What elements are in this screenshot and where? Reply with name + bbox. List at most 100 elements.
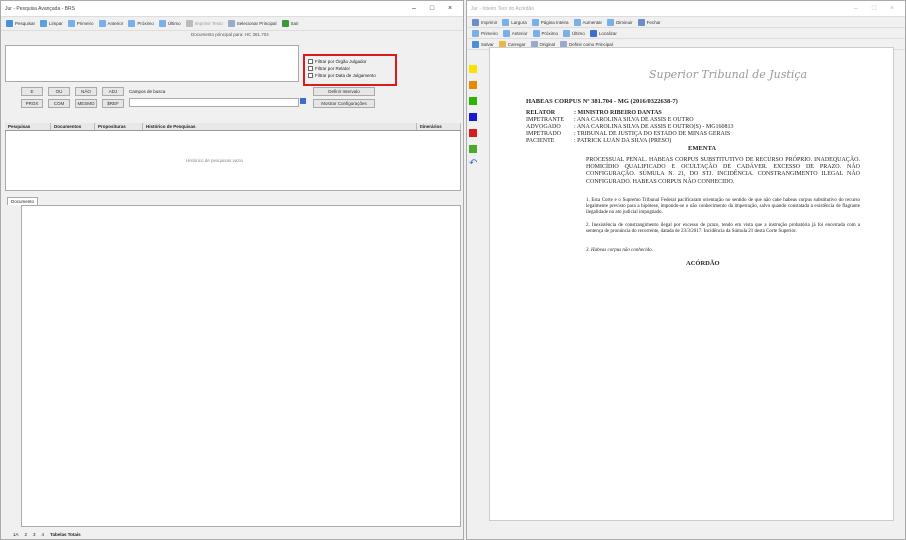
last-button[interactable]: Último: [158, 20, 181, 27]
op-ref-button[interactable]: $REF: [102, 99, 124, 108]
window-title: Jur - Inteiro Teor do Acórdão: [471, 5, 534, 12]
search-window: Jur - Pesquisa Avançada - BRS – □ × Pesq…: [0, 0, 464, 540]
exit-button[interactable]: Sair: [281, 20, 299, 27]
next-button[interactable]: Próximo: [128, 20, 154, 27]
tab-searches[interactable]: Pesquisas: [5, 123, 51, 130]
search-fields-select[interactable]: [129, 98, 299, 107]
search-fields-label: Campos de busca: [129, 89, 166, 94]
previous-icon: [98, 20, 106, 27]
filter-date-checkbox[interactable]: Filtrar por Data de Julgamento: [308, 72, 392, 79]
undo-icon[interactable]: ↶: [469, 158, 477, 169]
define-interval-button[interactable]: Definir Intervalo: [313, 87, 375, 96]
footer-tab-totals[interactable]: Tabelas Totais: [50, 532, 81, 537]
document-viewer[interactable]: [21, 205, 461, 527]
navigation-toolbar: Primeiro Anterior Próximo Último Localiz…: [467, 28, 905, 39]
previous-button[interactable]: Anterior: [98, 20, 123, 27]
highlight-green-swatch[interactable]: [469, 97, 477, 105]
full-page-button[interactable]: Página Inteira: [531, 18, 569, 26]
checkbox-icon: [308, 59, 313, 64]
width-icon: [502, 18, 510, 26]
last-icon: [563, 29, 571, 37]
previous-icon: [502, 29, 510, 37]
first-button[interactable]: Primeiro: [472, 29, 498, 37]
window-title: Jur - Pesquisa Avançada - BRS: [5, 5, 75, 12]
next-button[interactable]: Próximo: [532, 29, 558, 37]
minimize-button[interactable]: –: [847, 5, 865, 12]
footer-tab[interactable]: 3: [33, 532, 36, 537]
highlight-lightgreen-swatch[interactable]: [469, 145, 477, 153]
next-icon: [532, 29, 540, 37]
highlight-orange-swatch[interactable]: [469, 81, 477, 89]
op-not-button[interactable]: NÃO: [75, 87, 97, 96]
last-button[interactable]: Último: [563, 29, 585, 37]
zoom-in-button[interactable]: Aumentar: [573, 18, 602, 26]
query-input[interactable]: [5, 45, 299, 82]
zoom-out-icon: [607, 18, 615, 26]
print-text-button[interactable]: Imprimir Texto: [185, 20, 223, 27]
tab-documents[interactable]: Documentos: [51, 123, 95, 130]
footer-tab[interactable]: 1A: [13, 532, 19, 537]
maximize-button[interactable]: □: [865, 5, 883, 12]
court-signature: Superior Tribunal de Justiça: [649, 68, 808, 81]
tab-itineraries[interactable]: Itinerários: [417, 123, 461, 130]
search-icon: [6, 20, 13, 27]
party-row: PACIENTE: PATRICK LUAN DA SILVA (PRESO): [526, 138, 672, 144]
close-doc-button[interactable]: Fechar: [637, 18, 661, 26]
process-title: HABEAS CORPUS Nº 381.704 - MG (2016/0322…: [526, 98, 678, 105]
next-icon: [128, 20, 136, 27]
previous-button[interactable]: Anterior: [502, 29, 528, 37]
ementa-paragraph: 1. Esta Corte e o Supremo Tribunal Feder…: [586, 198, 860, 216]
op-adj-button[interactable]: ADJ: [102, 87, 124, 96]
footer-tab[interactable]: 2: [25, 532, 28, 537]
first-button[interactable]: Primeiro: [67, 20, 94, 27]
save-icon: [472, 40, 479, 48]
ementa-text: Processual penal. Habeas corpus substitu…: [586, 157, 860, 185]
width-button[interactable]: Largura: [502, 18, 527, 26]
op-com-button[interactable]: COM: [48, 99, 70, 108]
find-button[interactable]: Localizar: [589, 29, 617, 37]
highlight-yellow-swatch[interactable]: [469, 65, 477, 73]
zoom-out-button[interactable]: Diminuir: [607, 18, 633, 26]
print-icon: [185, 20, 193, 27]
document-page: Superior Tribunal de Justiça HABEAS CORP…: [489, 47, 894, 521]
results-header: Pesquisas Documentos Proposituras Histór…: [5, 123, 461, 131]
op-and-button[interactable]: E: [21, 87, 43, 96]
op-or-button[interactable]: OU: [48, 87, 70, 96]
main-document-info: Documento principal para: HC 381.704: [191, 32, 269, 37]
minimize-button[interactable]: –: [405, 5, 423, 12]
party-row: IMPETRADO: TRIBUNAL DE JUSTIÇA DO ESTADO…: [526, 131, 731, 137]
maximize-button[interactable]: □: [423, 5, 441, 12]
first-icon: [67, 20, 75, 27]
print-button[interactable]: Imprimir: [472, 18, 497, 26]
close-button[interactable]: ×: [883, 5, 901, 12]
results-list[interactable]: Histórico de pesquisas vazio: [5, 131, 461, 191]
highlight-red-swatch[interactable]: [469, 129, 477, 137]
close-button[interactable]: ×: [441, 5, 459, 12]
select-main-button[interactable]: Selecionar Principal: [227, 20, 277, 27]
full-text-window-titlebar: Jur - Inteiro Teor do Acórdão – □ ×: [467, 1, 905, 17]
last-icon: [158, 20, 166, 27]
printer-icon: [472, 18, 479, 26]
filter-organ-checkbox[interactable]: Filtrar por Órgão Julgador: [308, 58, 392, 65]
party-row: RELATOR: MINISTRO RIBEIRO DANTAS: [526, 110, 662, 116]
tab-history[interactable]: Histórico de Pesquisas: [143, 123, 417, 130]
exit-icon: [281, 20, 289, 27]
clear-button[interactable]: Limpar: [40, 20, 63, 27]
op-mesmo-button[interactable]: MESMO: [75, 99, 97, 108]
search-toolbar: Pesquisar Limpar Primeiro Anterior Próxi…: [1, 17, 463, 31]
clear-icon: [40, 20, 48, 27]
filter-rapporteur-checkbox[interactable]: Filtrar por Relator: [308, 65, 392, 72]
highlight-blue-swatch[interactable]: [469, 113, 477, 121]
search-button[interactable]: Pesquisar: [6, 20, 35, 27]
view-toolbar: Imprimir Largura Página Inteira Aumentar…: [467, 17, 905, 28]
document-tab[interactable]: Documento: [7, 197, 39, 205]
filter-indicator-icon: [300, 98, 306, 104]
op-prox-button[interactable]: PROX: [21, 99, 43, 108]
page-icon: [531, 18, 539, 26]
show-settings-button[interactable]: Mostrar Configurações: [313, 99, 375, 108]
search-window-titlebar: Jur - Pesquisa Avançada - BRS – □ ×: [1, 1, 463, 17]
footer-tab[interactable]: 4: [42, 532, 45, 537]
tab-proposals[interactable]: Proposituras: [95, 123, 143, 130]
party-row: ADVOGADO: ANA CAROLINA SILVA DE ASSIS E …: [526, 124, 734, 130]
checkbox-icon: [308, 66, 313, 71]
